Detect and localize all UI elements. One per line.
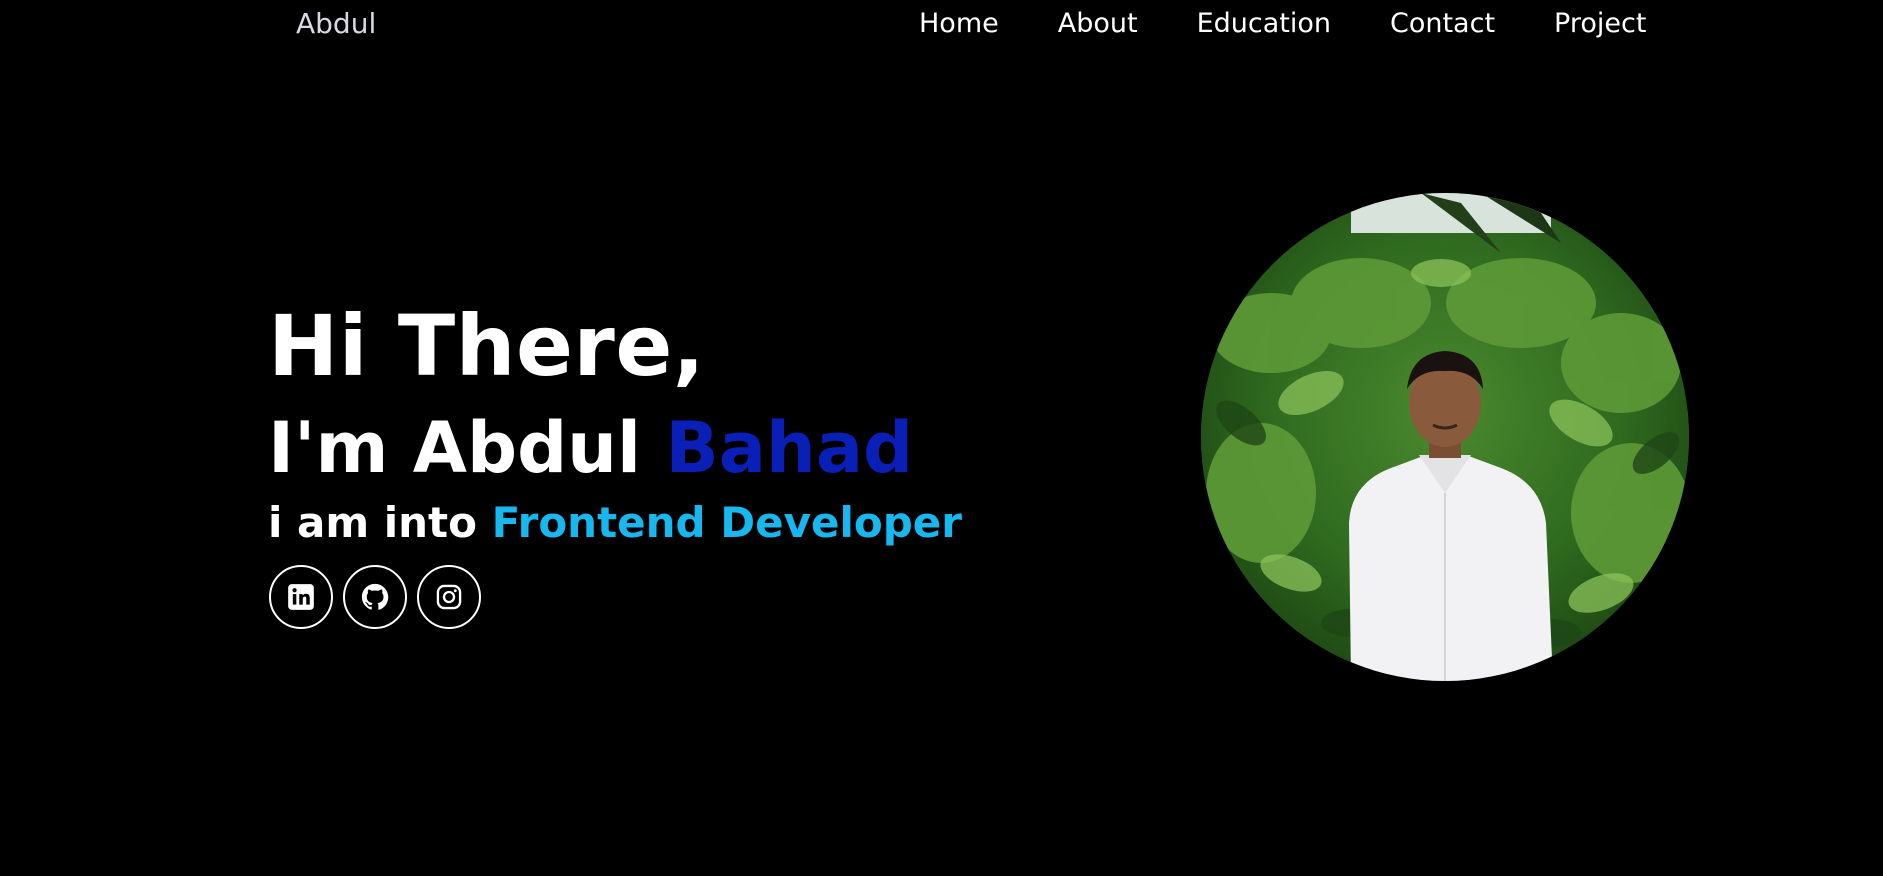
main-nav: Home About Education Contact Project — [919, 6, 1646, 42]
hero-intro-highlight: Bahad — [665, 407, 914, 489]
hero-role: i am into Frontend Developer — [268, 496, 962, 550]
profile-photo-image — [1201, 193, 1689, 681]
profile-photo — [1201, 193, 1689, 681]
hero-greeting: Hi There, — [268, 297, 706, 395]
nav-about[interactable]: About — [1058, 6, 1138, 42]
hero-role-highlight: Frontend Developer — [491, 498, 962, 547]
nav-contact[interactable]: Contact — [1390, 6, 1495, 42]
brand-logo[interactable]: Abdul — [296, 6, 376, 42]
instagram-button[interactable] — [417, 565, 481, 629]
nav-education[interactable]: Education — [1197, 6, 1331, 42]
hero-intro-prefix: I'm Abdul — [268, 407, 642, 489]
social-links — [269, 565, 491, 629]
nav-home[interactable]: Home — [919, 6, 999, 42]
instagram-icon — [436, 584, 462, 610]
linkedin-button[interactable] — [269, 565, 333, 629]
nav-project[interactable]: Project — [1554, 6, 1646, 42]
page: Abdul Home About Education Contact Proje… — [0, 0, 1883, 876]
github-button[interactable] — [343, 565, 407, 629]
hero-intro: I'm Abdul Bahad — [268, 405, 913, 491]
github-icon — [361, 583, 389, 610]
hero-role-prefix: i am into — [268, 498, 477, 547]
linkedin-icon — [288, 584, 314, 610]
